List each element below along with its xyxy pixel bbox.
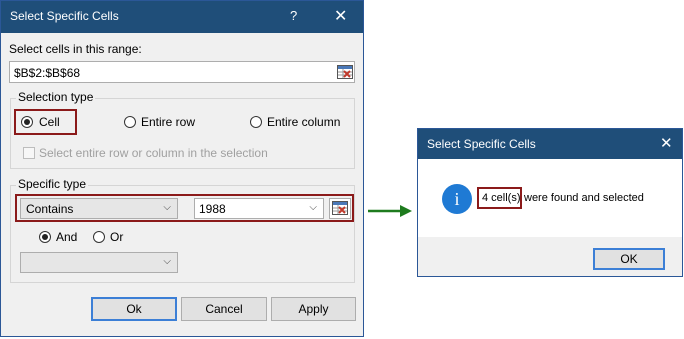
value-picker-button[interactable]	[329, 198, 351, 219]
chevron-down-icon: ⌵	[163, 202, 171, 213]
dialog-title: Select Specific Cells	[10, 9, 119, 23]
info-icon: i	[442, 184, 472, 214]
and-radio-label: And	[56, 230, 78, 244]
message-area: i 4 cell(s) were found and selected	[418, 159, 682, 237]
entire-row-column-checkbox-label: Select entire row or column in the selec…	[39, 146, 268, 160]
second-condition-dropdown[interactable]: ⌵	[20, 252, 178, 273]
result-dialog-title-bar: Select Specific Cells ✕	[418, 129, 682, 159]
dialog-title-bar: Select Specific Cells ? ✕	[1, 1, 363, 33]
condition-value-input[interactable]: 1988 ⌵	[194, 198, 324, 219]
range-input[interactable]: $B$2:$B$68	[9, 61, 355, 83]
or-radio-label: Or	[110, 230, 124, 244]
entire-column-radio-label: Entire column	[267, 115, 341, 129]
and-radio[interactable]	[39, 231, 51, 243]
result-dialog-title: Select Specific Cells	[427, 137, 536, 151]
entire-row-radio-label: Entire row	[141, 115, 196, 129]
result-ok-button[interactable]: OK	[593, 248, 665, 270]
range-value: $B$2:$B$68	[14, 66, 81, 80]
or-radio[interactable]	[93, 231, 105, 243]
close-button[interactable]: ✕	[334, 6, 347, 26]
found-count: 4 cell(s)	[482, 192, 521, 204]
select-specific-cells-dialog: Select Specific Cells ? ✕ Select cells i…	[0, 0, 364, 337]
result-dialog: Select Specific Cells ✕ i 4 cell(s) were…	[417, 128, 683, 277]
ok-button[interactable]: Ok	[91, 297, 177, 321]
specific-type-label: Specific type	[16, 177, 89, 191]
chevron-down-icon[interactable]: ⌵	[309, 202, 317, 213]
help-button[interactable]: ?	[290, 8, 297, 23]
cell-radio[interactable]	[21, 116, 33, 128]
condition-value-text: 1988	[199, 202, 226, 216]
found-message: were found and selected	[524, 192, 644, 204]
apply-button[interactable]: Apply	[271, 297, 356, 321]
arrow-right-icon	[368, 205, 412, 217]
cancel-button[interactable]: Cancel	[181, 297, 267, 321]
entire-row-radio[interactable]	[124, 116, 136, 128]
cell-radio-label: Cell	[39, 115, 60, 129]
range-label: Select cells in this range:	[9, 42, 142, 56]
selection-type-label: Selection type	[16, 90, 96, 104]
range-picker-icon[interactable]	[335, 63, 353, 81]
range-picker-icon	[332, 201, 348, 215]
entire-row-column-checkbox[interactable]	[23, 147, 35, 159]
close-button[interactable]: ✕	[660, 134, 673, 152]
chevron-down-icon: ⌵	[163, 256, 171, 267]
condition-value: Contains	[26, 202, 74, 216]
entire-column-radio[interactable]	[250, 116, 262, 128]
condition-dropdown[interactable]: Contains ⌵	[20, 198, 178, 219]
